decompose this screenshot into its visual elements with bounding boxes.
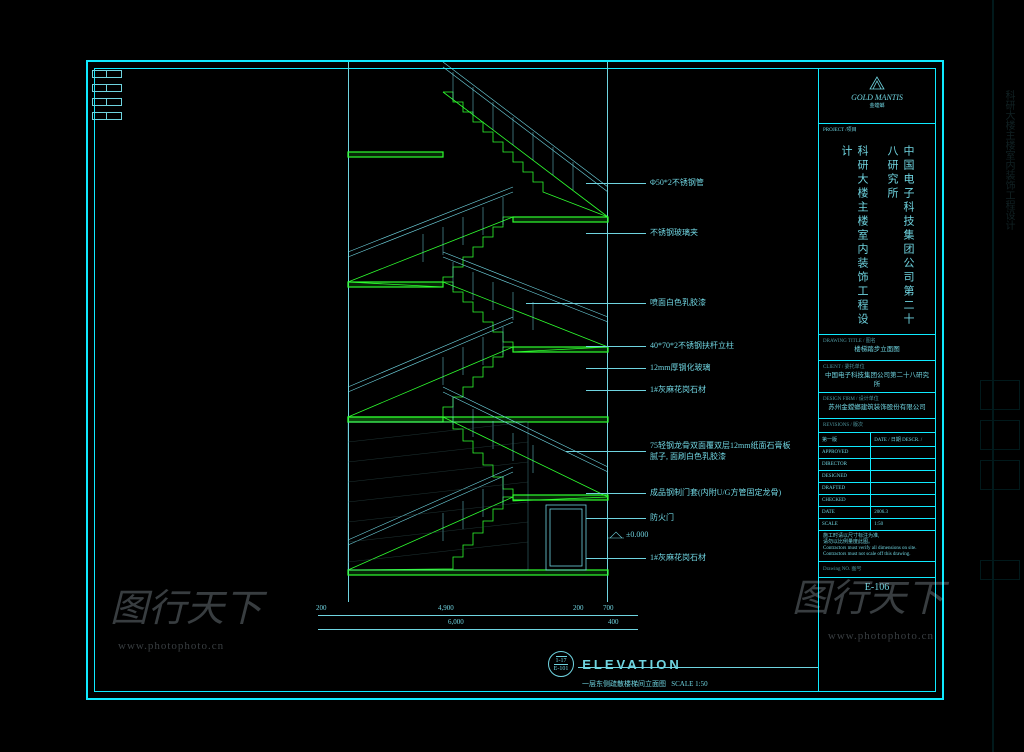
annot-5: 12mm厚钢化玻璃 (650, 362, 710, 373)
annot-9: 防火门 (650, 512, 674, 523)
level-marker: ±0.000 (608, 530, 648, 540)
stair-svg (348, 62, 608, 622)
annot-8: 成品钢制门套(内附U/G方管固定龙骨) (650, 487, 781, 498)
logo-sub: 金螳螂 (819, 102, 935, 109)
logo-icon (862, 75, 892, 91)
annot-3: 喷面白色乳胶漆 (650, 297, 706, 308)
note-row: 施工时请以尺寸标注为准, 请勿以比例量度此图。 Contractors must… (819, 531, 935, 562)
date-row: DATE2006.3 (819, 507, 935, 519)
client-row: CLIENT / 委托单位 中国电子科技集团公司第二十八研究所 (819, 361, 935, 393)
stair-section (348, 62, 608, 622)
drawing-no-row: Drawing NO. 图号 (819, 562, 935, 577)
elev-title: ELEVATION (582, 657, 681, 672)
project-title-2: 中国电子科技集团公司第二十八研究所 (884, 145, 916, 334)
title-block: GOLD MANTIS 金螳螂 PROJECT /项目 科研大楼主楼室内装饰工程… (818, 69, 935, 691)
drafted-row: DRAFTED (819, 483, 935, 495)
approved-row: APPROVED (819, 447, 935, 459)
firm-row: DESIGN FIRM / 设计单位 苏州金螳螂建筑装饰股份有限公司 (819, 393, 935, 419)
checked-row: CHECKED (819, 495, 935, 507)
project-title-block: 科研大楼主楼室内装饰工程设计 中国电子科技集团公司第二十八研究所 (819, 135, 935, 335)
designed-row: DESIGNED (819, 471, 935, 483)
scale-row: SCALE1:50 (819, 519, 935, 531)
annot-6: 1#灰麻花岗石材 (650, 384, 706, 395)
annot-4: 40*70*2不锈钢扶杆立柱 (650, 340, 734, 351)
elev-circle: 1-17 E-101 (548, 651, 574, 677)
ghost-vert-text: 科研大楼主楼室内装饰工程设计 (1001, 90, 1016, 230)
annot-2: 不锈钢玻璃夹 (650, 227, 698, 238)
director-row: DIRECTOR (819, 459, 935, 471)
annot-1: Φ50*2不锈钢管 (650, 177, 704, 188)
annot-7: 75轻钢龙骨双面覆双层12mm纸面石膏板 腻子, 面刷白色乳胶漆 (650, 440, 790, 462)
project-label: PROJECT /项目 (819, 124, 935, 135)
rev-row: 第一版 DATE / 日期 DESCR. / (819, 433, 935, 447)
drawing-no-val: E-106 (819, 578, 935, 597)
elev-subtitle: 一层东侧疏散楼梯间立面图 SCALE 1:50 (582, 679, 818, 689)
logo-brand: GOLD MANTIS (819, 93, 935, 102)
project-title-1: 科研大楼主楼室内装饰工程设计 (838, 145, 870, 334)
logo-block: GOLD MANTIS 金螳螂 (819, 69, 935, 124)
revisions-header: REVISIONS / 版次 (819, 419, 935, 433)
drawing-title-row: DRAWING TITLE / 图名 楼梯踏步立面图 (819, 335, 935, 361)
annot-10: 1#灰麻花岗石材 (650, 552, 706, 563)
drawing-frame: GOLD MANTIS 金螳螂 PROJECT /项目 科研大楼主楼室内装饰工程… (86, 60, 944, 700)
left-ticks (92, 70, 122, 126)
dimensions: 200 4,900 200 700 6,000 400 (318, 615, 638, 643)
elevation-tag: 1-17 E-101 ELEVATION 一层东侧疏散楼梯间立面图 SCALE … (548, 651, 818, 668)
ghost-background: 科研大楼主楼室内装饰工程设计 (964, 0, 1024, 752)
